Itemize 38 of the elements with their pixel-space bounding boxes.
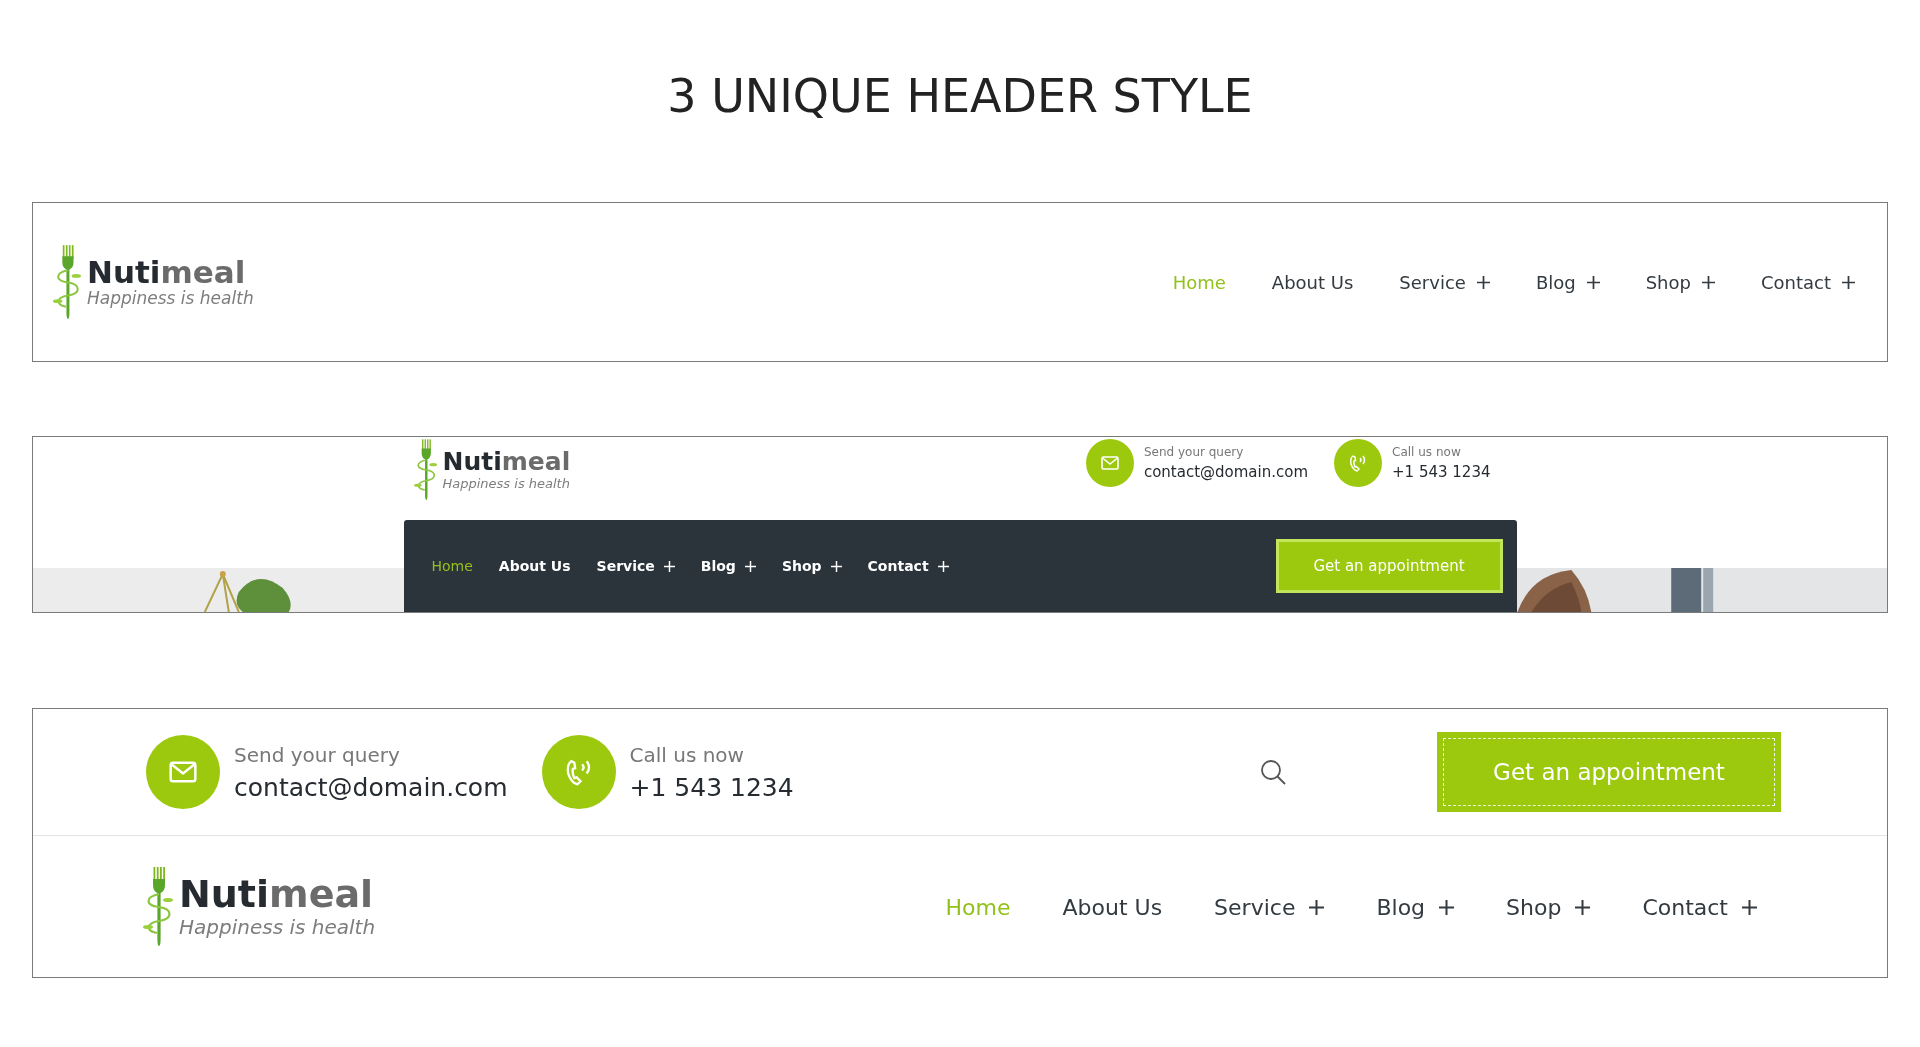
fork-logo-icon — [53, 244, 81, 320]
logo-wordmark: Nutimeal — [442, 449, 571, 476]
nav-link[interactable]: Blog — [1376, 894, 1455, 920]
nav-link[interactable]: Home — [431, 558, 473, 575]
contact-value: contact@domain.com — [1143, 463, 1309, 481]
page-title: 3 UNIQUE HEADER STYLE — [666, 68, 1254, 124]
envelope-icon — [146, 735, 220, 809]
contact-label: Call us now — [1392, 445, 1462, 459]
nav-link[interactable]: About Us — [1062, 894, 1163, 920]
logo-tagline: Happiness is health — [179, 914, 376, 939]
nav-link[interactable]: Shop — [1645, 271, 1715, 293]
search-icon[interactable] — [1259, 758, 1287, 786]
logo-wordmark: Nutimeal — [87, 255, 247, 289]
contact-label: Send your query — [234, 742, 401, 767]
envelope-icon — [1085, 439, 1134, 487]
logo-tagline: Happiness is health — [442, 475, 571, 491]
nav-link[interactable]: About Us — [1271, 271, 1354, 293]
logo-wordmark: Nutimeal — [179, 875, 375, 915]
nav-link[interactable]: Service — [1214, 894, 1325, 920]
nav-link[interactable]: Service — [596, 558, 675, 575]
contact-value: +1 543 1234 — [629, 772, 794, 802]
nav-link[interactable]: Shop — [781, 558, 842, 575]
fork-logo-icon — [413, 439, 437, 501]
nav-link[interactable]: About Us — [498, 558, 571, 575]
nav-link[interactable]: Contact — [1760, 271, 1855, 293]
phone-icon — [541, 735, 616, 809]
nav-link[interactable]: Service — [1399, 271, 1490, 293]
logo-tagline: Happiness is health — [87, 288, 254, 309]
nav-link[interactable]: Blog — [1535, 271, 1600, 293]
contact-value: +1 543 1234 — [1392, 463, 1491, 481]
contact-label: Call us now — [629, 742, 745, 767]
phone-icon — [1334, 439, 1383, 487]
nav-link[interactable]: Shop — [1506, 894, 1591, 920]
contact-label: Send your query — [1143, 445, 1245, 459]
contact-value: contact@domain.com — [234, 772, 508, 802]
nav-link[interactable]: Contact — [1642, 894, 1757, 920]
nav-link[interactable]: Blog — [700, 558, 756, 575]
nav-link[interactable]: Contact — [867, 558, 949, 575]
